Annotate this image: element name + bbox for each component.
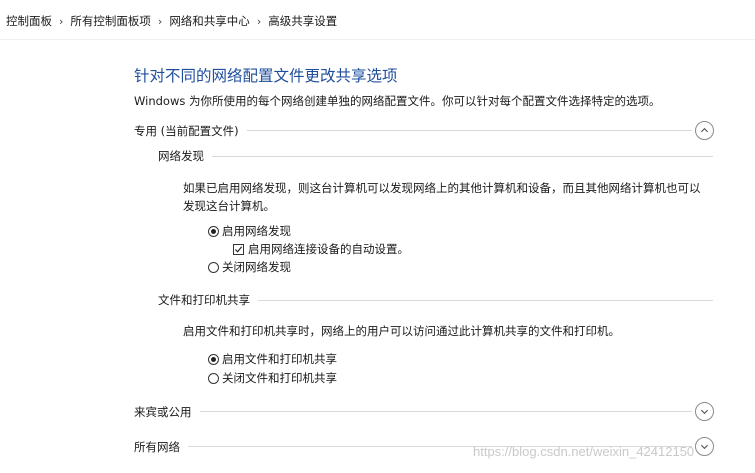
file-printer-sharing-description: 启用文件和打印机共享时，网络上的用户可以访问通过此计算机共享的文件和打印机。 <box>183 324 620 338</box>
radio-unselected-icon[interactable] <box>208 372 219 384</box>
breadcrumb-item-network-center[interactable]: 网络和共享中心 <box>169 13 250 29</box>
radio-selected-icon[interactable] <box>208 353 219 365</box>
breadcrumb: 控制面板 › 所有控制面板项 › 网络和共享中心 › 高级共享设置 <box>6 13 337 29</box>
breadcrumb-separator-icon: › <box>256 14 262 28</box>
option-label: 关闭文件和打印机共享 <box>222 371 337 385</box>
option-label: 启用文件和打印机共享 <box>222 352 337 366</box>
checkbox-checked-icon[interactable] <box>233 243 244 255</box>
watermark: https://blog.csdn.net/weixin_42412150 <box>473 444 695 459</box>
divider <box>258 299 713 301</box>
profile-label-all-networks: 所有网络 <box>134 439 180 454</box>
breadcrumb-item-all-items[interactable]: 所有控制面板项 <box>70 13 151 29</box>
chevron-down-icon[interactable] <box>695 402 714 421</box>
breadcrumb-separator-icon: › <box>157 14 163 28</box>
subsection-file-printer-sharing: 文件和打印机共享 <box>158 292 713 308</box>
option-label: 启用网络连接设备的自动设置。 <box>248 242 409 256</box>
chevron-down-icon[interactable] <box>695 437 714 456</box>
subsection-label: 文件和打印机共享 <box>158 293 250 307</box>
radio-disable-network-discovery[interactable]: 关闭网络发现 <box>208 259 291 275</box>
checkbox-auto-setup[interactable]: 启用网络连接设备的自动设置。 <box>233 241 409 257</box>
radio-enable-file-printer-sharing[interactable]: 启用文件和打印机共享 <box>208 351 337 367</box>
subsection-label: 网络发现 <box>158 149 204 163</box>
radio-selected-icon[interactable] <box>208 225 219 237</box>
breadcrumb-item-control-panel[interactable]: 控制面板 <box>6 13 52 29</box>
profile-header-guest-public[interactable]: 来宾或公用 <box>134 402 714 421</box>
address-bar: 控制面板 › 所有控制面板项 › 网络和共享中心 › 高级共享设置 <box>0 0 755 40</box>
option-label: 启用网络发现 <box>222 224 291 238</box>
page-intro: Windows 为你所使用的每个网络创建单独的网络配置文件。你可以针对每个配置文… <box>134 94 661 108</box>
profile-label-private: 专用 (当前配置文件) <box>134 123 239 138</box>
network-discovery-description: 如果已启用网络发现，则这台计算机可以发现网络上的其他计算机和设备，而且其他网络计… <box>183 181 701 213</box>
breadcrumb-item-advanced-sharing[interactable]: 高级共享设置 <box>268 13 337 29</box>
profile-header-private[interactable]: 专用 (当前配置文件) <box>134 121 714 140</box>
radio-disable-file-printer-sharing[interactable]: 关闭文件和打印机共享 <box>208 370 337 386</box>
radio-enable-network-discovery[interactable]: 启用网络发现 <box>208 223 291 239</box>
breadcrumb-separator-icon: › <box>59 14 64 28</box>
divider <box>246 130 692 131</box>
option-label: 关闭网络发现 <box>222 260 291 274</box>
divider <box>199 411 692 412</box>
profile-label-guest-public: 来宾或公用 <box>134 404 192 419</box>
chevron-up-icon[interactable] <box>695 121 714 140</box>
radio-unselected-icon[interactable] <box>208 261 219 273</box>
subsection-network-discovery: 网络发现 <box>158 148 713 164</box>
page-title: 针对不同的网络配置文件更改共享选项 <box>134 67 398 85</box>
divider <box>212 155 713 157</box>
